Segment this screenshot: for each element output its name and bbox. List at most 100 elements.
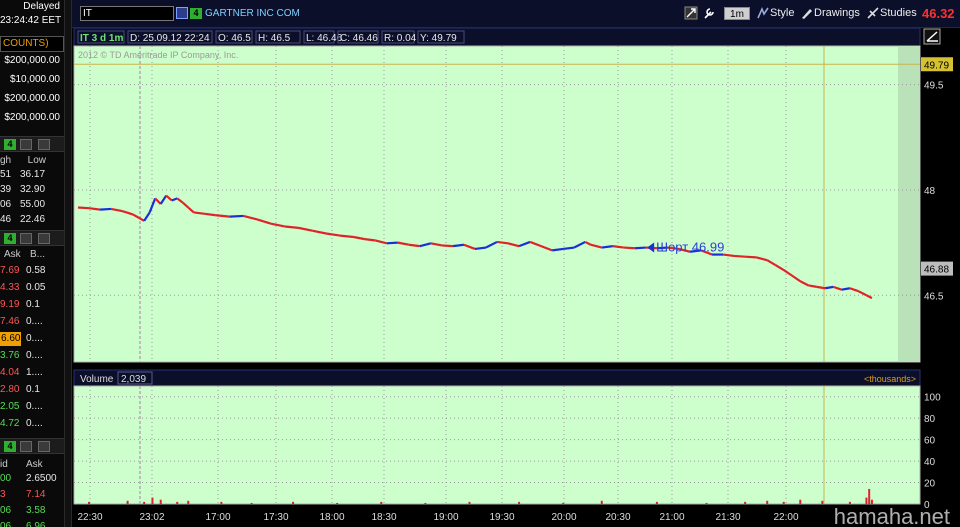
print-icon[interactable] (20, 233, 32, 244)
studies-menu[interactable]: Studies (866, 5, 917, 22)
price-segment (601, 245, 613, 249)
volume-bar (250, 502, 253, 504)
delayed-label: Delayed (23, 1, 60, 12)
table-row[interactable]: 4.33 0.05 (0, 281, 64, 295)
info-low: L: 46.46 (306, 33, 343, 44)
print-icon[interactable] (20, 441, 32, 452)
cell: 0.58 (26, 265, 46, 276)
price-segment (452, 243, 465, 248)
symbol-dropdown-icon[interactable] (176, 7, 188, 19)
volume-bar (159, 499, 162, 504)
table-row[interactable]: 4.04 1.... (0, 366, 64, 380)
cell: 55.00 (20, 199, 46, 210)
table-row[interactable]: 3.76 0.... (0, 349, 64, 363)
table-row[interactable]: 4.72 0.... (0, 417, 64, 431)
style-menu[interactable]: Style (756, 5, 794, 22)
cell: 6.60 (0, 332, 22, 346)
link-badge[interactable]: 4 (4, 441, 16, 452)
price-segment (824, 285, 834, 290)
account-balance: $10,000.00 (9, 74, 60, 85)
cell: 7.46 (0, 316, 20, 327)
time-tick-label: 21:00 (659, 512, 684, 523)
volume-value: 2,039 (121, 374, 146, 385)
price-chart[interactable]: IT 3 d 1m D: 25.09.12 22:24 O: 46.5 H: 46.5… (72, 27, 960, 527)
cell: 7.14 (26, 489, 46, 500)
table1-header: gh Low (0, 155, 46, 166)
volume-bar (782, 501, 785, 504)
cell: 51 (0, 169, 12, 180)
crosshair-icon[interactable] (684, 5, 698, 22)
table-row[interactable]: 39 32.90 (0, 183, 64, 197)
volume-bar (655, 501, 658, 504)
future-zone (898, 46, 920, 362)
link-badge[interactable]: 4 (190, 8, 202, 19)
volume-bar (187, 500, 190, 504)
volume-tick-label: 60 (924, 436, 936, 447)
table-row[interactable]: 6.60 0.... (0, 332, 64, 346)
price-segment (364, 238, 376, 242)
cell: 2.6500 (26, 473, 57, 484)
symbol-input[interactable]: IT (80, 6, 174, 21)
table-row[interactable]: 00 2.6500 (0, 472, 64, 486)
info-y: Y: 49.79 (420, 33, 457, 44)
table-row[interactable]: 06 3.58 (0, 504, 64, 518)
table-row[interactable]: 3 7.14 (0, 488, 64, 502)
price-pane (73, 45, 921, 363)
cell: 22.46 (20, 214, 46, 225)
price-segment (634, 246, 646, 250)
cell: 39 (0, 184, 12, 195)
price-segment (204, 212, 216, 217)
table-row[interactable]: 9.19 0.1 (0, 298, 64, 312)
order-annotation[interactable]: Шорт 46.99 (656, 240, 724, 255)
panel-splitter[interactable] (64, 0, 72, 527)
price-segment (563, 246, 575, 251)
table-row[interactable]: 46 22.46 (0, 213, 64, 227)
cell: 9.19 (0, 299, 20, 310)
wrench-icon[interactable] (702, 5, 716, 22)
accounts-dropdown[interactable]: COUNTS) (0, 36, 64, 52)
price-tag-label: 49.79 (924, 60, 949, 71)
cell: 7.69 (0, 265, 20, 276)
link-badge[interactable]: 4 (4, 139, 16, 150)
table-row[interactable]: 2.05 0.... (0, 400, 64, 414)
table-row[interactable]: 06 6.96 (0, 520, 64, 527)
style-icon (757, 7, 769, 19)
price-segment (441, 244, 453, 248)
table-row[interactable]: 7.46 0.... (0, 315, 64, 329)
volume-bar (380, 501, 383, 504)
info-date: D: 25.09.12 22:24 (130, 33, 210, 44)
time-tick-label: 17:00 (205, 512, 230, 523)
period-button[interactable]: 1m (724, 7, 750, 20)
link-badge[interactable]: 4 (4, 233, 16, 244)
price-segment (734, 254, 746, 258)
clock-time: 23:24:42 EET (0, 15, 62, 26)
cell: 06 (0, 199, 12, 210)
volume-tick-label: 20 (924, 479, 936, 490)
volume-bar (176, 501, 179, 504)
price-segment (339, 234, 354, 239)
price-segment (841, 287, 851, 291)
menu-icon[interactable] (38, 233, 50, 244)
chart-panel[interactable]: IT 3 d 1m D: 25.09.12 22:24 O: 46.5 H: 46.5… (72, 27, 960, 527)
menu-icon[interactable] (38, 139, 50, 150)
drawings-menu[interactable]: Drawings (800, 5, 860, 22)
menu-icon[interactable] (38, 441, 50, 452)
table-row[interactable]: 51 36.17 (0, 168, 64, 182)
volume-bar (562, 502, 565, 504)
price-segment (229, 214, 244, 218)
cell: 46 (0, 214, 12, 225)
price-tick-label: 46.5 (924, 291, 944, 302)
table-row[interactable]: 7.69 0.58 (0, 264, 64, 278)
table-row[interactable]: 06 55.00 (0, 198, 64, 212)
volume-bar (600, 500, 603, 504)
price-segment (612, 245, 624, 249)
print-icon[interactable] (20, 139, 32, 150)
cell: 0.... (26, 418, 43, 429)
company-name: GARTNER INC COM (205, 8, 300, 19)
price-segment (284, 225, 299, 229)
cell: 2.05 (0, 401, 20, 412)
account-balance: $200,000.00 (4, 93, 60, 104)
price-tick-label: 48 (924, 186, 936, 197)
table-row[interactable]: 2.80 0.1 (0, 383, 64, 397)
time-tick-label: 21:30 (715, 512, 740, 523)
